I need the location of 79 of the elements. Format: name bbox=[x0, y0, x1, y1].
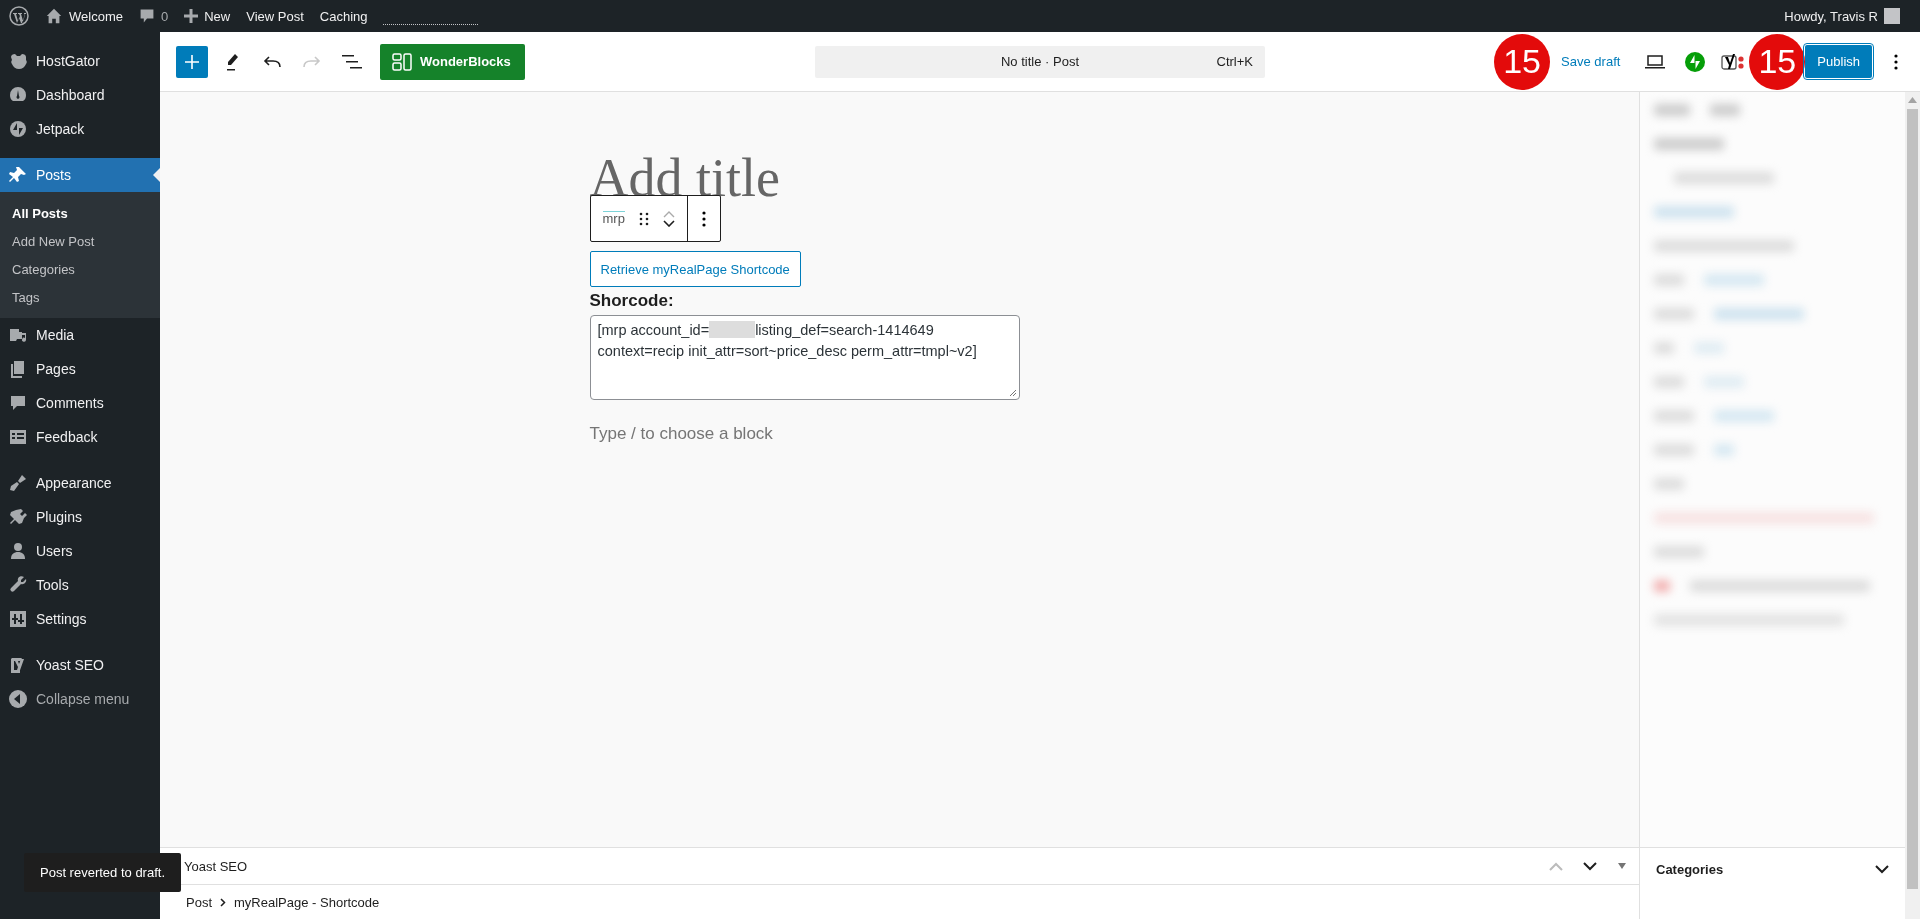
menu-icon bbox=[8, 541, 28, 561]
submenu-item[interactable]: All Posts bbox=[0, 199, 160, 227]
submenu-item[interactable]: Categories bbox=[0, 255, 160, 283]
drag-handle-icon[interactable] bbox=[638, 211, 649, 226]
breadcrumb-link[interactable]: myRealPage - Shortcode bbox=[234, 894, 380, 910]
shortcode-field[interactable]: [mrp account_id= listing_def=search-1414649 context=recip init_attr=sort~price_desc perm_attr=tmpl~v2] bbox=[589, 315, 1020, 400]
publish-button[interactable]: Publish bbox=[1805, 45, 1872, 78]
document-title: No title · Post bbox=[1001, 54, 1079, 69]
sidebar-item[interactable]: Feedback bbox=[0, 420, 160, 454]
menu-icon bbox=[8, 575, 28, 595]
chevron-down-icon bbox=[1875, 864, 1889, 874]
number-badge: 15 bbox=[1494, 33, 1551, 90]
list-view-icon bbox=[342, 54, 362, 69]
wonderblocks-button[interactable]: WonderBlocks bbox=[380, 43, 525, 80]
more-icon[interactable] bbox=[701, 210, 706, 227]
sidebar-item[interactable]: Settings bbox=[0, 602, 160, 636]
pencil-icon bbox=[224, 52, 240, 71]
block-type-label[interactable]: mrp bbox=[602, 211, 625, 226]
sidebar-item[interactable]: Plugins bbox=[0, 500, 160, 534]
submenu-item[interactable]: Tags bbox=[0, 283, 160, 311]
admin-bar-link[interactable]: View Post bbox=[246, 8, 304, 24]
save-draft-button[interactable]: Save draft bbox=[1555, 48, 1627, 75]
breadcrumb-link[interactable]: Post bbox=[186, 894, 212, 910]
laptop-icon bbox=[1645, 54, 1666, 69]
sidebar-item[interactable]: HostGator bbox=[0, 44, 160, 78]
command-bar[interactable]: No title · Post Ctrl+K bbox=[815, 45, 1265, 78]
sidebar-item[interactable]: Jetpack bbox=[0, 112, 160, 146]
collapse-menu-button[interactable]: Collapse menu bbox=[0, 682, 160, 716]
menu-icon bbox=[8, 51, 28, 71]
resize-handle-icon[interactable] bbox=[1008, 389, 1017, 397]
site-link[interactable]: Welcome bbox=[69, 8, 123, 24]
sidebar-item[interactable]: Users bbox=[0, 534, 160, 568]
chevron-down-icon bbox=[1583, 861, 1597, 871]
comment-count[interactable]: 0 bbox=[160, 8, 169, 24]
scrollbar[interactable] bbox=[1905, 92, 1920, 919]
move-down-button[interactable] bbox=[1583, 861, 1597, 871]
sidebar-item[interactable]: Pages bbox=[0, 352, 160, 386]
retrieve-shortcode-button[interactable]: Retrieve myRealPage Shortcode bbox=[589, 251, 801, 287]
sidebar-item[interactable]: Yoast SEO bbox=[0, 648, 160, 682]
new-link[interactable]: New bbox=[204, 8, 231, 24]
collapse-icon bbox=[8, 689, 28, 709]
menu-icon bbox=[8, 609, 28, 629]
notice-snackbar: Post reverted to draft. bbox=[24, 853, 181, 892]
number-badge: 15 bbox=[1749, 33, 1806, 90]
keyboard-shortcut: Ctrl+K bbox=[1216, 54, 1253, 69]
menu-icon bbox=[8, 165, 28, 185]
chevron-up-icon bbox=[1549, 861, 1563, 871]
home-icon bbox=[45, 7, 63, 25]
menu-icon bbox=[8, 507, 28, 527]
submenu-item[interactable]: Add New Post bbox=[0, 227, 160, 255]
more-icon bbox=[1894, 53, 1898, 70]
wordpress-logo-icon[interactable] bbox=[9, 6, 29, 26]
comment-icon bbox=[138, 8, 155, 24]
sidebar-item[interactable]: Dashboard bbox=[0, 78, 160, 112]
redo-icon bbox=[303, 55, 321, 68]
meta-box-title[interactable]: Yoast SEO bbox=[184, 858, 1529, 874]
undo-icon bbox=[263, 55, 281, 68]
menu-icon bbox=[8, 473, 28, 493]
add-block-button[interactable] bbox=[176, 45, 208, 78]
bolt-icon bbox=[1685, 51, 1706, 72]
menu-icon bbox=[8, 119, 28, 139]
greeting-link[interactable]: Howdy, Travis R bbox=[1784, 8, 1878, 24]
move-down-icon[interactable] bbox=[662, 219, 675, 227]
plus-icon bbox=[184, 9, 199, 23]
plus-icon bbox=[185, 54, 199, 69]
field-label: Shorcode: bbox=[589, 291, 675, 311]
menu-icon bbox=[8, 427, 28, 447]
sidebar-item[interactable]: Tools bbox=[0, 568, 160, 602]
menu-icon bbox=[8, 393, 28, 413]
block-appender-placeholder[interactable]: Type / to choose a block bbox=[589, 424, 1210, 444]
sidebar-item[interactable]: Comments bbox=[0, 386, 160, 420]
caret-down-icon[interactable] bbox=[1617, 863, 1627, 869]
sidebar-item[interactable]: Media bbox=[0, 318, 160, 352]
sidebar-item[interactable]: Appearance bbox=[0, 466, 160, 500]
chevron-right-icon bbox=[220, 897, 226, 907]
blocks-icon bbox=[392, 52, 412, 71]
sidebar-item[interactable]: Posts bbox=[0, 158, 160, 192]
redaction-block bbox=[709, 321, 756, 338]
admin-bar-link[interactable]: Caching bbox=[319, 8, 368, 24]
